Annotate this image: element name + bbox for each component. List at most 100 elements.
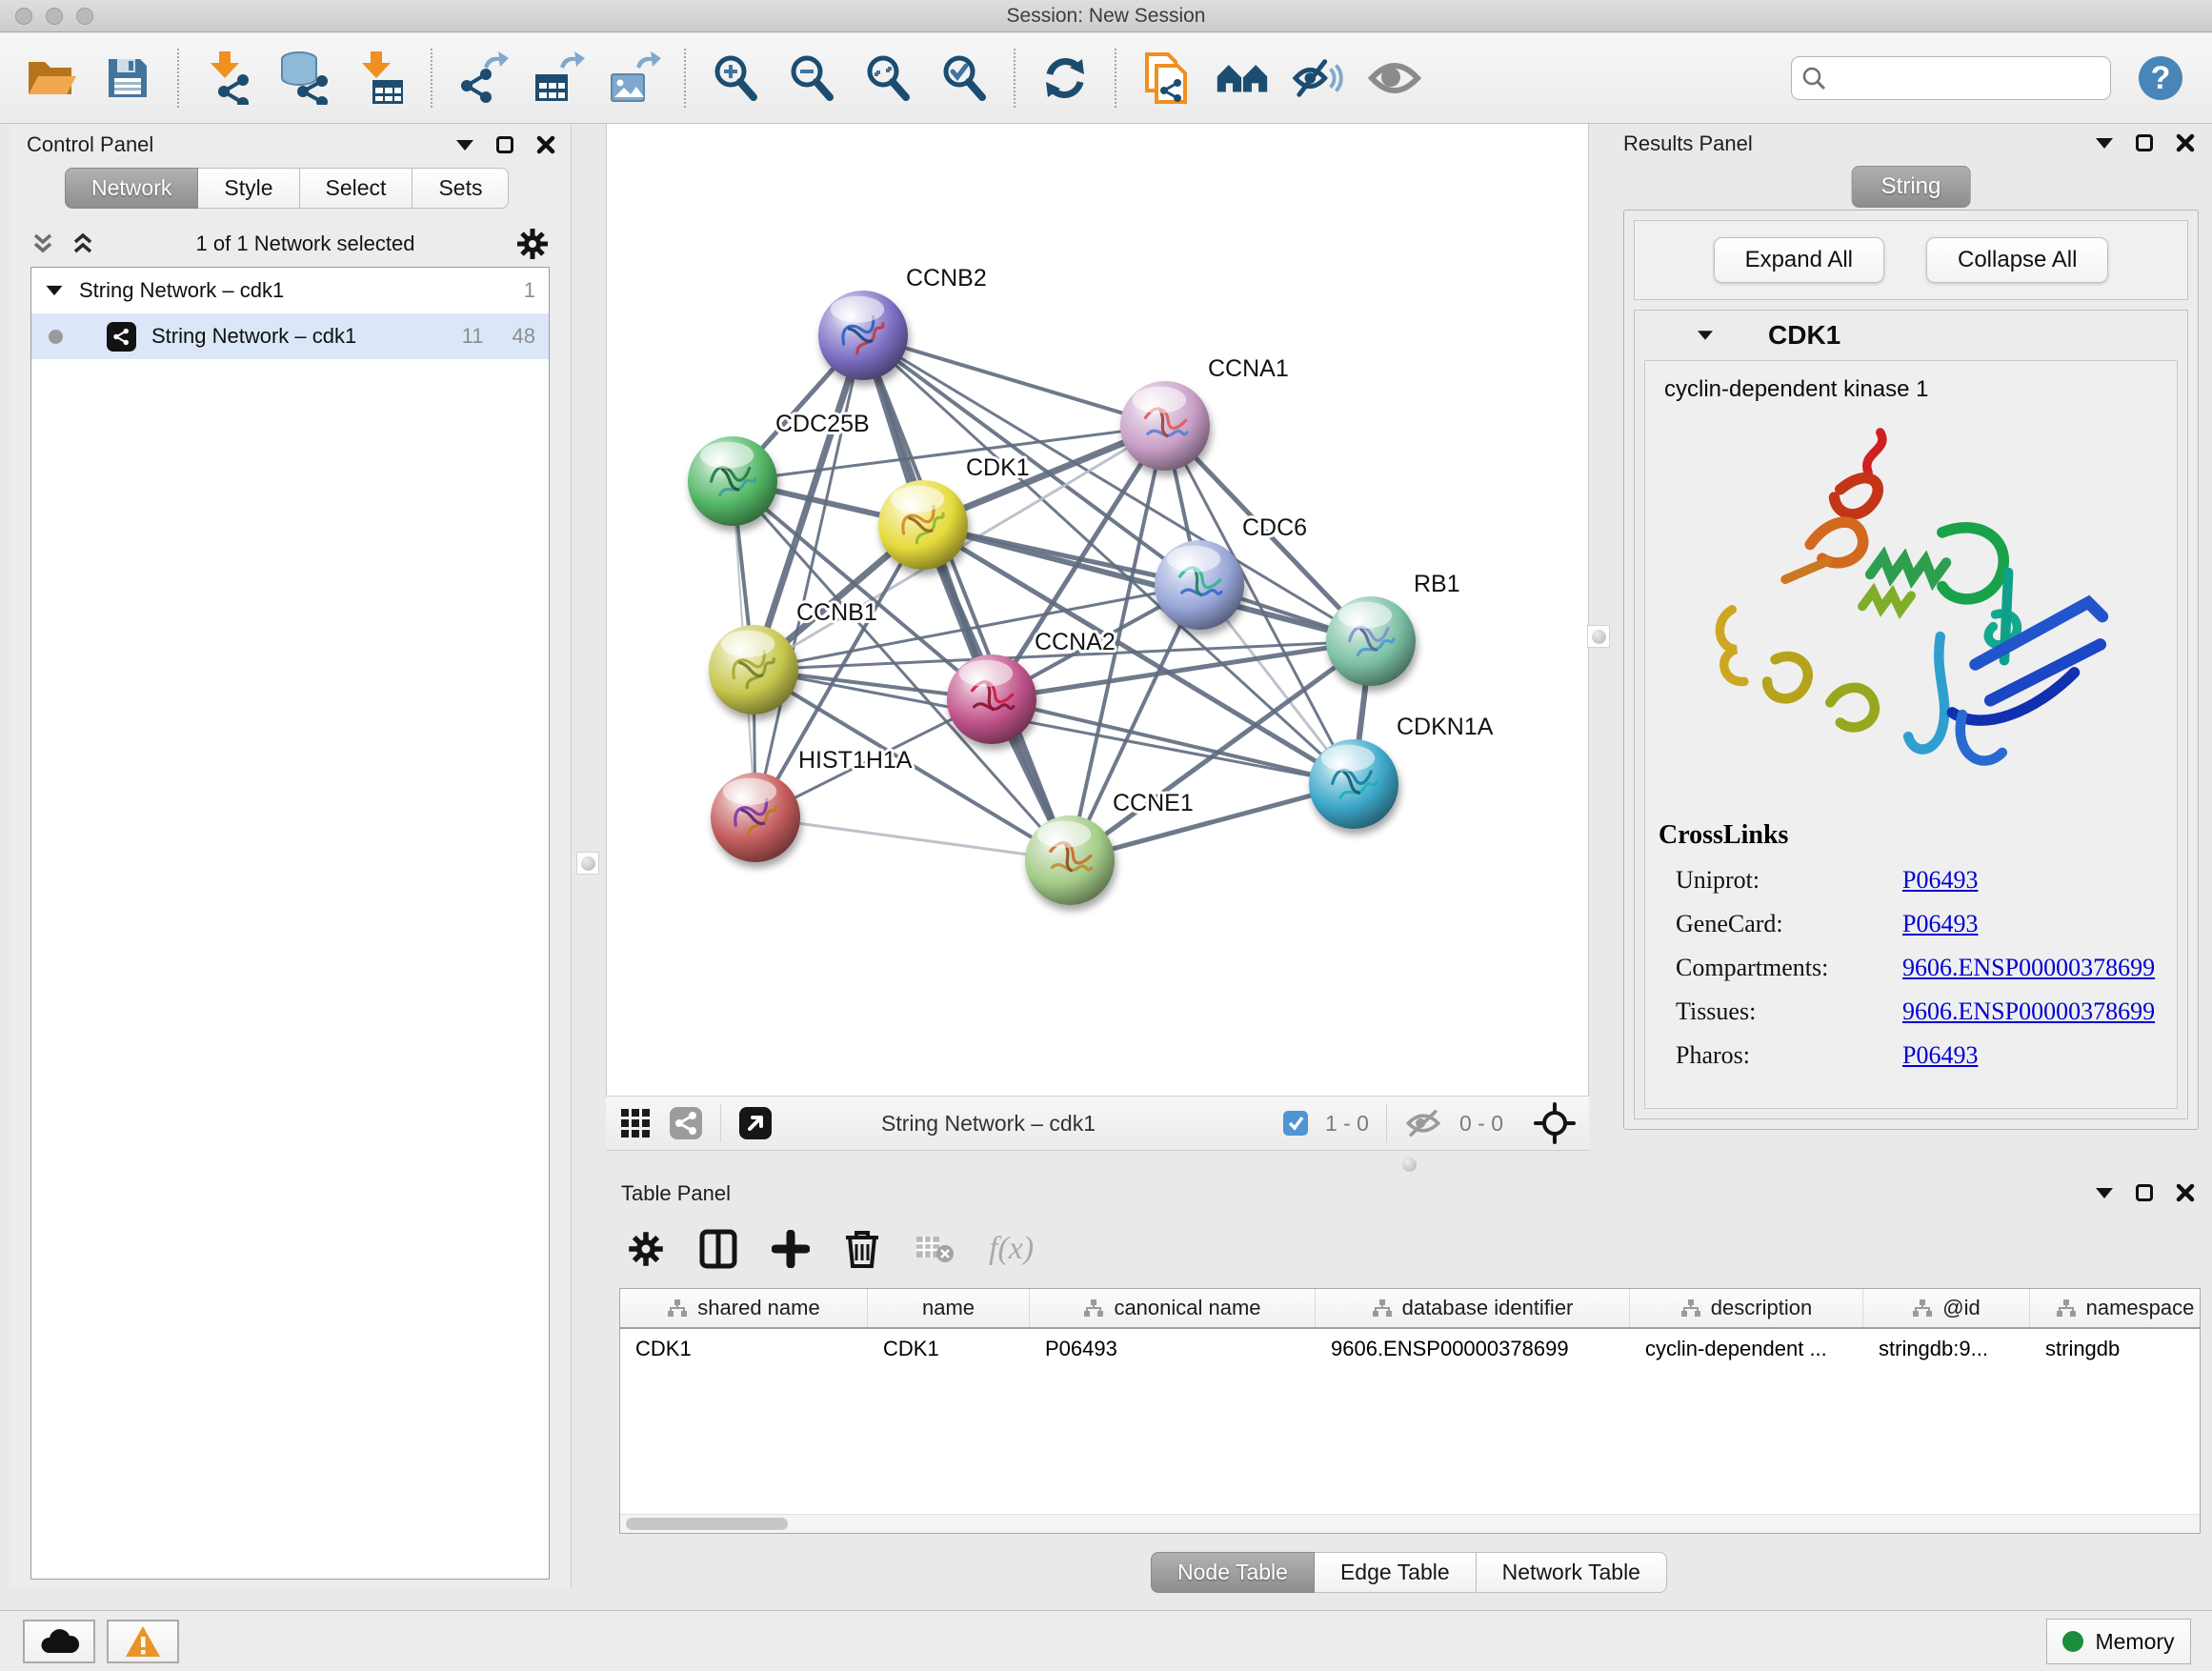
panel-menu-caret-icon[interactable] <box>2096 1188 2113 1198</box>
tab-style[interactable]: Style <box>198 168 299 209</box>
protein-entry-header[interactable]: CDK1 <box>1635 311 2187 360</box>
cloud-button[interactable] <box>23 1620 95 1663</box>
network-node-CCNA1[interactable] <box>1120 381 1210 471</box>
open-in-window-icon[interactable] <box>738 1106 773 1140</box>
left-splitter-handle[interactable] <box>576 852 599 875</box>
zoom-out-icon[interactable] <box>785 50 838 106</box>
column-header--id[interactable]: @id <box>1863 1289 2030 1327</box>
export-network-icon[interactable] <box>455 50 509 106</box>
warnings-button[interactable] <box>107 1620 179 1663</box>
export-image-icon[interactable] <box>608 50 661 106</box>
network-row[interactable]: String Network – cdk1 11 48 <box>31 313 549 359</box>
hscrollbar-thumb[interactable] <box>626 1518 788 1530</box>
memory-button[interactable]: Memory <box>2046 1619 2191 1664</box>
first-neighbors-icon[interactable] <box>1216 50 1269 106</box>
panel-float-icon[interactable] <box>496 136 513 153</box>
right-splitter-handle[interactable] <box>1587 625 1610 648</box>
show-all-eye-icon[interactable] <box>1368 50 1421 106</box>
window-minimize-light[interactable] <box>46 8 63 25</box>
refresh-icon[interactable] <box>1038 50 1092 106</box>
gear-icon[interactable] <box>515 227 550 261</box>
tree-expand-caret-icon[interactable] <box>47 286 63 295</box>
zoom-fit-icon[interactable] <box>861 50 915 106</box>
column-header-canonical-name[interactable]: canonical name <box>1030 1289 1316 1327</box>
network-node-CDKN1A[interactable] <box>1309 739 1398 829</box>
delete-table-icon[interactable] <box>915 1233 955 1265</box>
export-table-icon[interactable] <box>532 50 585 106</box>
network-collection-row[interactable]: String Network – cdk1 1 <box>31 268 549 313</box>
tab-sets[interactable]: Sets <box>412 168 509 209</box>
show-columns-icon[interactable] <box>699 1229 737 1269</box>
network-canvas[interactable]: CCNB2CCNA1CDC25BCDK1CDC6RB1CCNB1CCNA2CDK… <box>606 124 1589 1096</box>
table-cell[interactable]: P06493 <box>1030 1329 1316 1369</box>
entry-collapse-caret-icon[interactable] <box>1698 331 1713 340</box>
tab-select[interactable]: Select <box>300 168 413 209</box>
crosslink-link[interactable]: P06493 <box>1902 910 1978 938</box>
network-node-CCNA2[interactable] <box>947 654 1036 744</box>
panel-close-icon[interactable] <box>2176 1183 2195 1202</box>
table-hscrollbar[interactable] <box>620 1514 2200 1533</box>
network-node-CCNB1[interactable] <box>709 625 798 715</box>
search-box[interactable] <box>1791 56 2111 100</box>
column-header-namespace[interactable]: namespace <box>2030 1289 2201 1327</box>
crosslink-link[interactable]: 9606.ENSP00000378699 <box>1902 997 2155 1026</box>
network-node-CDC25B[interactable] <box>688 436 777 526</box>
horizontal-splitter-handle[interactable] <box>1398 1153 1420 1176</box>
network-node-CDK1[interactable] <box>878 480 968 570</box>
window-zoom-light[interactable] <box>76 8 93 25</box>
grid-view-icon[interactable] <box>619 1107 652 1139</box>
node-table[interactable]: shared namenamecanonical namedatabase id… <box>619 1288 2201 1534</box>
panel-float-icon[interactable] <box>2136 1184 2153 1201</box>
add-column-icon[interactable] <box>772 1230 810 1268</box>
search-input[interactable] <box>1834 66 2091 91</box>
tab-edge-table[interactable]: Edge Table <box>1315 1552 1477 1593</box>
table-cell[interactable]: CDK1 <box>620 1329 868 1369</box>
new-network-from-selection-icon[interactable] <box>1139 50 1193 106</box>
help-icon[interactable]: ? <box>2134 50 2187 106</box>
expand-all-button[interactable]: Expand All <box>1714 237 1884 283</box>
selected-checkbox-icon[interactable] <box>1283 1111 1308 1136</box>
function-builder-icon[interactable]: f(x) <box>989 1231 1034 1267</box>
open-file-icon[interactable] <box>25 50 78 106</box>
import-network-file-icon[interactable] <box>202 50 255 106</box>
crosslink-link[interactable]: P06493 <box>1902 1041 1978 1070</box>
expand-all-icon[interactable] <box>70 232 95 256</box>
save-session-icon[interactable] <box>101 50 154 106</box>
panel-menu-caret-icon[interactable] <box>456 140 473 151</box>
column-header-name[interactable]: name <box>868 1289 1030 1327</box>
tab-string[interactable]: String <box>1852 166 1971 208</box>
network-node-HIST1H1A[interactable] <box>711 773 800 862</box>
panel-close-icon[interactable] <box>2176 133 2195 152</box>
collapse-all-button[interactable]: Collapse All <box>1926 237 2108 283</box>
table-cell[interactable]: stringdb <box>2030 1329 2201 1369</box>
zoom-in-icon[interactable] <box>709 50 762 106</box>
network-edge[interactable] <box>863 335 1165 426</box>
tab-network-table[interactable]: Network Table <box>1477 1552 1667 1593</box>
network-node-CCNB2[interactable] <box>818 291 908 380</box>
panel-float-icon[interactable] <box>2136 134 2153 151</box>
panel-close-icon[interactable] <box>536 135 555 154</box>
table-cell[interactable]: stringdb:9... <box>1863 1329 2030 1369</box>
table-cell[interactable]: cyclin-dependent ... <box>1630 1329 1863 1369</box>
column-header-shared-name[interactable]: shared name <box>620 1289 868 1327</box>
hide-selected-eye-icon[interactable] <box>1292 50 1345 106</box>
crosslink-link[interactable]: P06493 <box>1902 866 1978 895</box>
panel-menu-caret-icon[interactable] <box>2096 138 2113 149</box>
window-close-light[interactable] <box>15 8 32 25</box>
table-cell[interactable]: CDK1 <box>868 1329 1030 1369</box>
import-table-file-icon[interactable] <box>354 50 408 106</box>
table-cell[interactable]: 9606.ENSP00000378699 <box>1316 1329 1630 1369</box>
table-settings-gear-icon[interactable] <box>627 1230 665 1268</box>
tab-network[interactable]: Network <box>65 168 198 209</box>
zoom-selected-icon[interactable] <box>937 50 991 106</box>
hidden-eye-icon[interactable] <box>1404 1108 1442 1138</box>
crosslink-link[interactable]: 9606.ENSP00000378699 <box>1902 954 2155 982</box>
network-node-CCNE1[interactable] <box>1025 815 1115 905</box>
network-edge[interactable] <box>755 817 1070 860</box>
network-node-CDC6[interactable] <box>1155 540 1244 630</box>
import-network-database-icon[interactable] <box>278 50 332 106</box>
collapse-all-icon[interactable] <box>30 232 55 256</box>
column-header-description[interactable]: description <box>1630 1289 1863 1327</box>
tab-node-table[interactable]: Node Table <box>1151 1552 1315 1593</box>
table-row[interactable]: CDK1CDK1P064939606.ENSP00000378699cyclin… <box>620 1329 2200 1369</box>
